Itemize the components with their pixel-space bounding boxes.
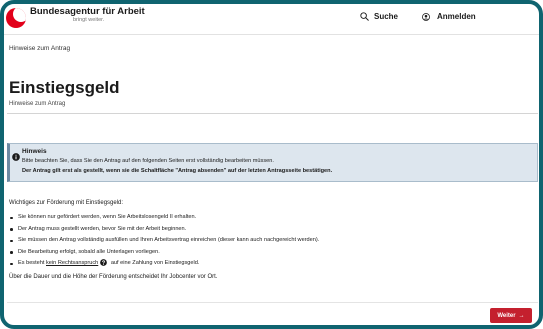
list-item-text: auf eine Zahlung von Einstiegsgeld. (110, 260, 200, 266)
help-icon[interactable] (100, 259, 108, 266)
app-window: Bundesagentur für Arbeit bringt weiter. … (0, 0, 543, 329)
brand-tagline: bringt weiter. (73, 17, 105, 23)
search-icon (360, 12, 369, 21)
search-label: Suche (374, 12, 399, 21)
brand-name[interactable]: Bundesagentur für Arbeit (30, 6, 145, 17)
search-button[interactable]: Suche (360, 12, 398, 21)
login-button[interactable]: Anmelden (422, 12, 476, 21)
user-icon (422, 12, 430, 21)
breadcrumb: Hinweise zum Antrag (9, 45, 71, 52)
login-label: Anmelden (437, 12, 476, 21)
next-button[interactable]: Weiter → (490, 308, 532, 323)
next-label: Weiter (497, 312, 516, 319)
list-item-text: Es besteht (18, 260, 45, 266)
page-subtitle: Hinweise zum Antrag (9, 101, 66, 107)
list-item: Sie können nur gefördert werden, wenn Si… (9, 212, 319, 224)
info-icon (12, 148, 20, 161)
arrow-right-icon: → (518, 312, 525, 319)
info-list: Sie können nur gefördert werden, wenn Si… (9, 212, 319, 270)
notice-text: Bitte beachten Sie, dass Sie den Antrag … (22, 158, 274, 164)
divider (7, 113, 538, 114)
list-item: Sie müssen den Antrag vollständig ausfül… (9, 235, 319, 247)
list-item: Die Bearbeitung erfolgt, sobald alle Unt… (9, 247, 319, 259)
rechtsanspruch-link[interactable]: kein Rechtsanspruch (46, 260, 98, 266)
list-item: Der Antrag muss gestellt werden, bevor S… (9, 224, 319, 236)
notice-heading: Hinweis (22, 148, 47, 155)
intro-text: Wichtiges zur Förderung mit Einstiegsgel… (9, 200, 124, 206)
site-header: Bundesagentur für Arbeit bringt weiter. … (0, 0, 543, 35)
divider (7, 302, 538, 303)
page-title: Einstiegsgeld (9, 78, 120, 97)
notice-box: Hinweis Bitte beachten Sie, dass Sie den… (7, 143, 538, 182)
outro-text: Über die Dauer und die Höhe der Förderun… (9, 274, 218, 280)
list-item: Es besteht kein Rechtsanspruch auf eine … (9, 258, 319, 270)
notice-emphasis: Der Antrag gilt erst als gestellt, wenn … (22, 168, 333, 174)
brand-logo[interactable] (6, 8, 26, 28)
